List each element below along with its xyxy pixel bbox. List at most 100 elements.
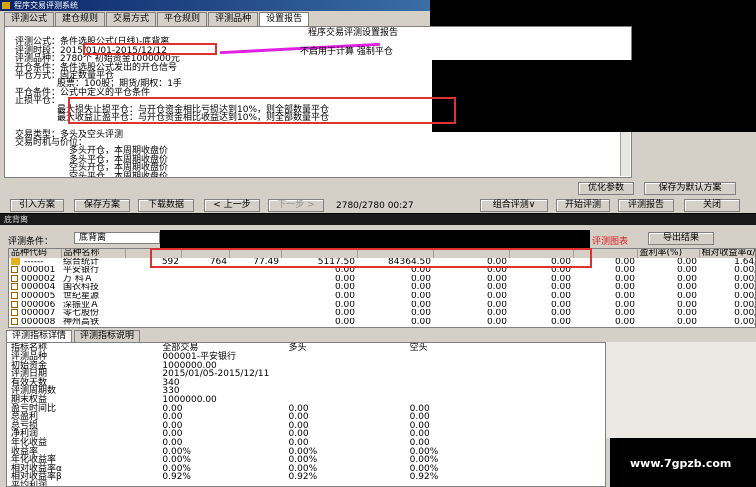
grid-column-header[interactable] <box>433 249 510 258</box>
metric-value <box>158 482 284 486</box>
export-results-button[interactable]: 导出结果 <box>648 232 714 245</box>
grid-cell: 5117.50 <box>317 257 355 267</box>
tab-settings-report[interactable]: 设置报告 <box>259 12 310 27</box>
detail-row: 总亏损 0.00 0.00 0.00 <box>7 421 547 431</box>
grid-column-header[interactable] <box>181 249 230 258</box>
grid-cell: 0.00/0.92 <box>734 300 755 310</box>
grid-column-header[interactable] <box>509 249 574 258</box>
next-step-button[interactable]: 下一步 > <box>268 199 324 212</box>
metric-value <box>285 482 406 486</box>
checkbox[interactable] <box>11 317 18 325</box>
checkbox[interactable] <box>11 300 18 308</box>
eval-report-button[interactable]: 评测报告 <box>618 199 674 212</box>
checkbox[interactable] <box>11 266 18 274</box>
row-name: 深振业Ａ <box>63 300 100 310</box>
table-row[interactable]: ------ 综合统计 592 764 77.49 5117.50 84364.50 0.00… <box>9 257 755 267</box>
results-grid: 品种代码品种名称 盈利率(%)相对收益率α/β(%) ------ 综合统计 592 7… <box>8 248 756 328</box>
eval-chart-link[interactable]: 评测图表 <box>592 234 628 247</box>
metric-value: 0.92% <box>288 472 318 483</box>
tab-metric-details[interactable]: 评测指标详情 <box>6 330 73 342</box>
tab-close-rules[interactable]: 平仓规则 <box>157 12 208 26</box>
grid-column-header[interactable] <box>281 249 358 258</box>
grid-column-header[interactable] <box>125 249 182 258</box>
checkbox[interactable] <box>11 274 18 282</box>
condition-value[interactable]: 底背离 <box>74 232 160 244</box>
metric-value <box>406 482 547 486</box>
detail-header-row: 指标名称 全部交易 多头 空头 <box>7 343 547 353</box>
redacted-area-2 <box>432 60 756 132</box>
checkbox[interactable] <box>11 291 18 299</box>
table-row[interactable]: 000002 万 科Ａ 0.00 0.00 0.00 0.00 0.00 0.00 0.00/0… <box>9 274 755 284</box>
grid-column-header[interactable]: 盈利率(%) <box>637 249 700 258</box>
report-line: 空头平仓，本周期收盘价 <box>69 171 169 178</box>
evaluation-settings-window: 程序交易评测系统 评测公式 建仓规则 交易方式 平仓规则 评测品种 设置报告 程… <box>0 0 756 213</box>
detail-row: 净利润 0.00 0.00 0.00 <box>7 430 547 439</box>
close-button[interactable]: 关闭 <box>684 199 740 212</box>
grid-column-header[interactable]: 品种名称 <box>61 249 126 258</box>
save-scheme-button[interactable]: 保存方案 <box>74 199 130 212</box>
grid-cell: 0.00 <box>334 291 355 301</box>
tab-metric-description[interactable]: 评测指标说明 <box>74 330 141 342</box>
table-row[interactable]: 000006 深振业Ａ 0.00 0.00 0.00 0.00 0.00 0.00 0.00/0… <box>9 300 755 310</box>
detail-row: 盈亏时间比 0.00 0.00 0.00 <box>7 404 547 414</box>
row-name: 零七股份 <box>63 309 100 318</box>
window-title: 程序交易评测系统 <box>14 1 78 10</box>
combo-eval-dropdown[interactable]: 组合评测∨ <box>480 199 548 212</box>
grid-cell: 0.00 <box>486 300 507 310</box>
grid-cell <box>181 266 229 275</box>
grid-cell <box>125 318 181 327</box>
metric-value: 0.92% <box>409 472 439 483</box>
table-row[interactable]: 000004 国农科技 0.00 0.00 0.00 0.00 0.00 0.00 0.00/0… <box>9 283 755 292</box>
table-row[interactable]: 000007 零七股份 0.00 0.00 0.00 0.00 0.00 0.00 0.00/0… <box>9 309 755 318</box>
import-scheme-button[interactable]: 引入方案 <box>10 199 64 212</box>
result-window-titlebar[interactable]: 底背离 <box>0 214 756 225</box>
grid-cell: 0.00/0.92 <box>734 309 755 318</box>
detail-row: 评测日期 2015/01/05-2015/12/11 <box>7 370 547 379</box>
detail-row: 年化收益率 0.00% 0.00% 0.00% <box>7 456 547 465</box>
grid-column-header[interactable]: 相对收益率α/β(%) <box>699 249 755 258</box>
window-titlebar[interactable]: 程序交易评测系统 <box>0 0 430 11</box>
optimize-params-button[interactable]: 优化参数 <box>578 182 634 195</box>
tab-trade-mode[interactable]: 交易方式 <box>106 12 157 26</box>
grid-column-header[interactable]: 品种代码 <box>9 249 62 258</box>
grid-cell: 0.00 <box>410 309 431 318</box>
row-name: 世纪星源 <box>63 291 100 301</box>
grid-column-header[interactable] <box>229 249 282 258</box>
grid-column-header[interactable] <box>357 249 434 258</box>
condition-label: 评测条件： <box>8 237 54 247</box>
start-eval-button[interactable]: 开始评测 <box>556 199 610 212</box>
grid-cell <box>125 266 181 275</box>
prev-step-button[interactable]: < 上一步 <box>204 199 260 212</box>
grid-cell: 0.00 <box>550 309 571 318</box>
row-name: 万 科Ａ <box>63 274 93 284</box>
download-data-button[interactable]: 下载数据 <box>138 199 194 212</box>
checkbox[interactable] <box>11 283 18 291</box>
grid-cell: 0.00 <box>614 291 635 301</box>
tab-instruments[interactable]: 评测品种 <box>208 12 259 26</box>
checkbox[interactable] <box>11 309 18 317</box>
table-row[interactable]: 000001 平安银行 0.00 0.00 0.00 0.00 0.00 0.00 0.00/0… <box>9 266 755 275</box>
table-row[interactable]: 000005 世纪星源 0.00 0.00 0.00 0.00 0.00 0.00 0.00/0… <box>9 291 755 301</box>
row-code-cell: 000008 <box>9 317 61 327</box>
grid-cell: 0.00 <box>676 300 697 310</box>
tab-formula[interactable]: 评测公式 <box>4 12 55 26</box>
grid-cell <box>229 266 281 275</box>
grid-cell: 0.00/0.92 <box>734 317 755 327</box>
grid-cell: 0.00 <box>676 309 697 318</box>
grid-cell: 0.00 <box>334 266 355 275</box>
row-code-cell: 000007 <box>9 309 61 318</box>
grid-cell: 0.00 <box>486 291 507 301</box>
watermark-text: www.7gpzb.com <box>630 457 732 470</box>
save-default-button[interactable]: 保存为默认方案 <box>644 182 736 195</box>
grid-cell: 0.00 <box>676 257 697 267</box>
row-code: ------ <box>24 257 44 267</box>
grid-column-header[interactable] <box>573 249 638 258</box>
result-window-title: 底背离 <box>4 215 28 224</box>
app-icon <box>2 2 10 9</box>
metric-value <box>406 379 547 388</box>
table-row[interactable]: 000008 神州高铁 0.00 0.00 0.00 0.00 0.00 0.00 0.00/0… <box>9 317 755 327</box>
tab-open-rules[interactable]: 建仓规则 <box>55 12 106 26</box>
grid-cell: 0.00 <box>676 266 697 275</box>
grid-cell: 0.00 <box>410 317 431 327</box>
grid-cell <box>125 309 181 318</box>
